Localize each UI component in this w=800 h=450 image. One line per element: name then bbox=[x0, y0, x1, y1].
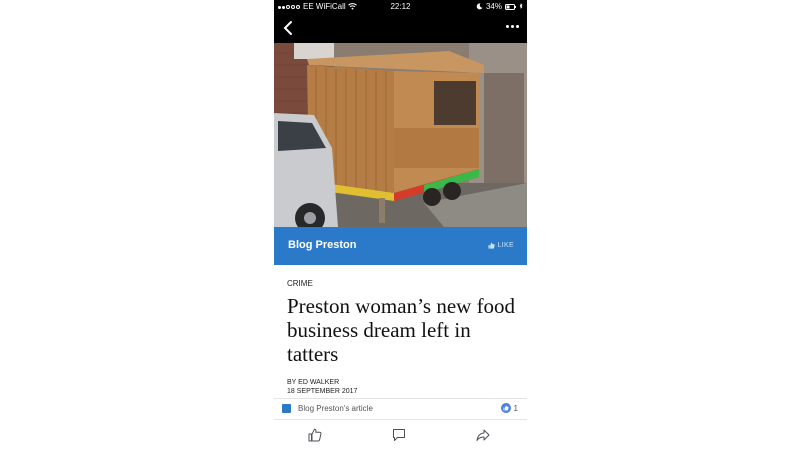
article-source-icon bbox=[282, 404, 291, 413]
status-bar: EE WiFiCall 22:12 34% bbox=[274, 0, 527, 14]
more-dots-icon[interactable] bbox=[506, 25, 519, 28]
moon-icon bbox=[476, 3, 483, 10]
article-headline: Preston woman’s new food business dream … bbox=[287, 294, 516, 366]
chevron-left-icon[interactable] bbox=[281, 20, 295, 36]
page-name[interactable]: Blog Preston bbox=[288, 239, 356, 251]
thumbs-up-icon bbox=[488, 242, 495, 249]
bluetooth-icon bbox=[519, 3, 523, 9]
article-byline: BY ED WALKER 18 SEPTEMBER 2017 bbox=[287, 378, 357, 396]
action-bar bbox=[274, 420, 527, 450]
article-photo[interactable] bbox=[274, 43, 527, 227]
article-source-row: Blog Preston's article 1 bbox=[274, 399, 527, 419]
top-nav-bar bbox=[274, 14, 527, 43]
share-icon[interactable] bbox=[476, 428, 490, 442]
like-label: LIKE bbox=[497, 242, 514, 249]
article-author: BY ED WALKER bbox=[287, 379, 340, 386]
like-page-button[interactable]: LIKE bbox=[488, 242, 514, 249]
article-category: CRIME bbox=[287, 279, 313, 288]
battery-icon bbox=[505, 3, 516, 10]
battery-percent: 34% bbox=[485, 2, 502, 11]
reaction-summary[interactable]: 1 bbox=[500, 403, 518, 413]
comment-icon[interactable] bbox=[392, 428, 406, 442]
article-source-link[interactable]: Blog Preston's article bbox=[298, 404, 373, 413]
reaction-count: 1 bbox=[513, 403, 518, 413]
article-date: 18 SEPTEMBER 2017 bbox=[287, 388, 358, 395]
phone-screen: EE WiFiCall 22:12 34% Blog Preston LIKE … bbox=[274, 0, 527, 450]
status-right: 34% bbox=[476, 2, 523, 11]
like-reaction-icon bbox=[500, 403, 511, 413]
page-header-bar: Blog Preston LIKE bbox=[274, 227, 527, 265]
thumbs-up-icon[interactable] bbox=[308, 428, 322, 442]
